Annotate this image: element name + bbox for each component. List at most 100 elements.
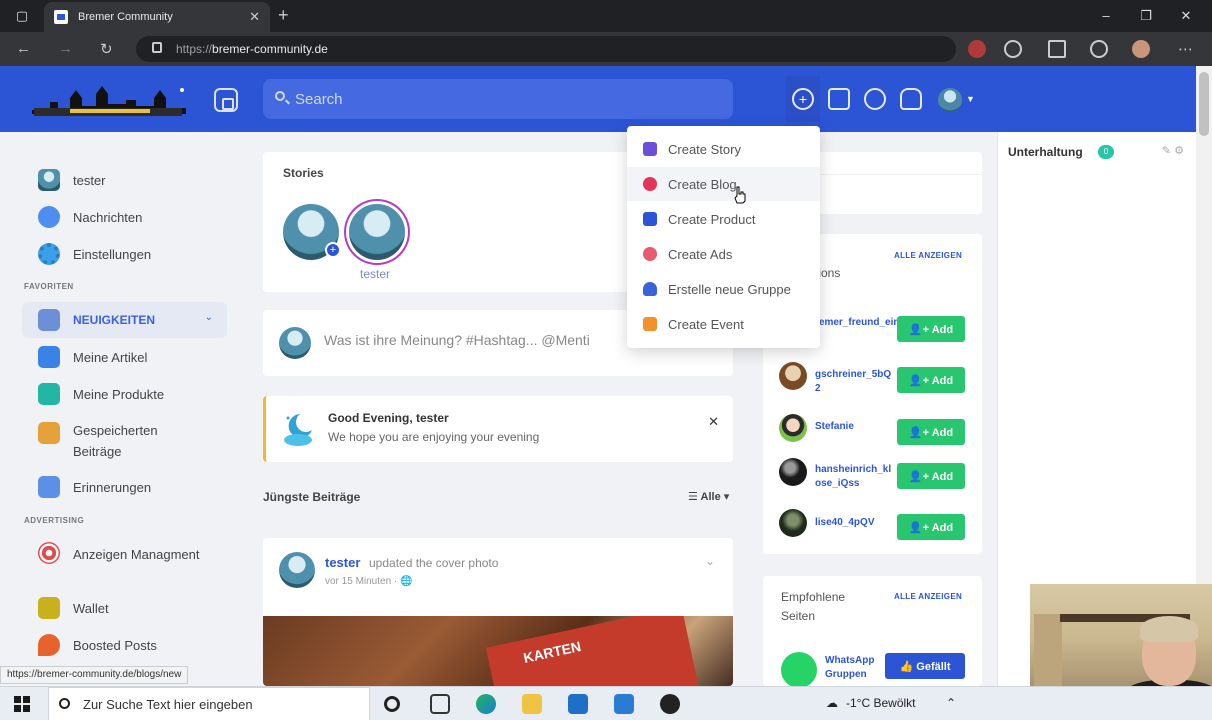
suggestion-name[interactable]: Stefanie <box>815 420 854 434</box>
minimize-icon[interactable]: – <box>1096 6 1116 26</box>
favorites-icon[interactable] <box>1048 40 1066 58</box>
suggestion-avatar[interactable] <box>779 509 807 537</box>
menu-item-create-event[interactable]: Create Event <box>627 307 820 341</box>
suggestion-name[interactable]: remer_freund_eini <box>815 316 902 330</box>
menu-item-create-story[interactable]: Create Story <box>627 132 820 166</box>
sidebar-item-boosted-posts[interactable]: Boosted Posts <box>22 627 227 663</box>
post-author[interactable]: tester <box>325 555 360 570</box>
sidebar-item-news[interactable]: NEUIGKEITEN ⌄ <box>22 302 227 338</box>
tab-actions-icon[interactable]: ▢ <box>12 6 32 26</box>
sidebar-item-profile[interactable]: tester <box>22 162 227 198</box>
suggestion-avatar[interactable] <box>779 458 807 486</box>
file-explorer-icon[interactable] <box>522 694 542 714</box>
post-image[interactable]: KARTEN <box>263 616 733 686</box>
filter-dropdown[interactable]: ☰ Alle ▾ <box>688 490 729 503</box>
sidebar-item-saved[interactable]: Gespeicherten Beiträge <box>22 420 227 464</box>
read-aloud-icon[interactable] <box>1004 40 1022 58</box>
url-field[interactable]: https://bremer-community.de <box>136 36 956 62</box>
suggestion-name[interactable]: gschreiner_5bQ2 <box>815 368 895 396</box>
restore-icon[interactable]: ❐ <box>1136 6 1156 26</box>
post-options-chevron-icon[interactable]: ⌄ <box>705 554 715 568</box>
windows-start-icon[interactable] <box>14 696 30 712</box>
user-avatar[interactable] <box>938 88 962 112</box>
menu-item-create-product[interactable]: Create Product <box>627 202 820 236</box>
close-window-icon[interactable]: ✕ <box>1176 6 1196 26</box>
suggestion-avatar[interactable] <box>779 362 807 390</box>
store-icon[interactable] <box>568 694 588 714</box>
forward-icon[interactable]: → <box>58 40 73 57</box>
see-all-link[interactable]: ALLE ANZEIGEN <box>894 251 962 260</box>
menu-item-create-group[interactable]: Erstelle neue Gruppe <box>627 272 820 306</box>
chevron-down-icon[interactable]: ⌄ <box>205 312 213 323</box>
sidebar-item-label: Wallet <box>73 601 109 616</box>
sidebar-item-messages[interactable]: Nachrichten <box>22 199 227 235</box>
create-menu-button[interactable]: + <box>786 76 820 122</box>
search-input[interactable] <box>295 79 715 119</box>
page-name[interactable]: WhatsApp Gruppen <box>825 654 885 682</box>
profile-avatar-icon <box>38 169 60 191</box>
obs-icon[interactable] <box>660 694 680 714</box>
notifications-bell-icon[interactable] <box>900 88 922 110</box>
taskbar-search[interactable]: Zur Suche Text hier eingeben <box>48 687 370 720</box>
cart-icon <box>643 212 657 226</box>
suggestion-avatar[interactable] <box>779 414 807 442</box>
latest-posts-title: Jüngste Beiträge <box>263 490 361 504</box>
reload-icon[interactable]: ↻ <box>100 40 113 58</box>
post-card: tester updated the cover photo vor 15 Mi… <box>263 538 733 686</box>
add-friend-button[interactable]: 👤+ Add <box>897 316 965 342</box>
edge-browser-icon[interactable] <box>476 694 496 714</box>
plus-circle-icon: + <box>792 88 814 110</box>
see-all-link[interactable]: ALLE ANZEIGEN <box>894 592 962 601</box>
home-icon[interactable] <box>214 88 238 112</box>
link-preview-status: https://bremer-community.de/blogs/new <box>0 666 189 684</box>
new-tab-icon[interactable]: + <box>278 5 289 26</box>
task-view-icon[interactable] <box>430 694 450 714</box>
create-story-button[interactable]: + <box>283 204 341 260</box>
suggestion-name[interactable]: lise40_4pQV <box>815 516 874 530</box>
greeting-card: Good Evening, tester We hope you are enj… <box>263 396 733 462</box>
post-author-avatar[interactable] <box>279 552 315 588</box>
story-item[interactable] <box>349 204 405 260</box>
follow-label: Gefällt <box>916 660 951 673</box>
weather-text[interactable]: -1°C Bewölkt <box>846 696 916 710</box>
messages-icon[interactable] <box>864 88 886 110</box>
sidebar-item-reminders[interactable]: Erinnerungen <box>22 469 227 505</box>
composer-placeholder[interactable]: Was ist ihre Meinung? #Hashtag... @Menti <box>324 332 590 348</box>
back-icon[interactable]: ← <box>16 40 31 57</box>
sidebar-item-products[interactable]: Meine Produkte <box>22 376 227 412</box>
sidebar-item-wallet[interactable]: Wallet <box>22 590 227 626</box>
tray-chevron-icon[interactable]: ⌃ <box>946 696 956 710</box>
close-icon[interactable]: ✕ <box>708 414 719 430</box>
sidebar-item-ads-management[interactable]: Anzeigen Managment <box>22 540 227 584</box>
chat-tools: ✎ ⚙ <box>1162 144 1184 157</box>
settings-gear-icon[interactable]: ⚙ <box>1174 145 1184 157</box>
browser-tab[interactable]: Bremer Community ✕ <box>44 2 270 32</box>
collections-icon[interactable] <box>1090 40 1108 58</box>
menu-item-create-ads[interactable]: Create Ads <box>627 237 820 271</box>
scrollbar-thumb[interactable] <box>1199 72 1209 136</box>
cortana-icon[interactable] <box>384 696 400 712</box>
compose-icon[interactable]: ✎ <box>1162 145 1171 157</box>
caret-down-icon[interactable]: ▼ <box>966 94 975 104</box>
sidebar-item-settings[interactable]: Einstellungen <box>22 236 227 272</box>
whatsapp-icon[interactable] <box>781 652 817 688</box>
site-logo[interactable] <box>30 80 188 120</box>
extension-icon[interactable] <box>968 40 986 58</box>
profile-avatar-icon[interactable] <box>1132 40 1150 58</box>
rocket-icon <box>38 634 60 656</box>
mail-icon[interactable] <box>614 694 634 714</box>
add-friend-button[interactable]: 👤+ Add <box>897 463 965 489</box>
menu-dots-icon[interactable]: ⋯ <box>1178 40 1193 58</box>
add-friend-button[interactable]: 👤+ Add <box>897 514 965 540</box>
sidebar-item-articles[interactable]: Meine Artikel <box>22 339 227 375</box>
like-page-button[interactable]: 👍 Gefällt <box>885 653 965 679</box>
suggestion-name[interactable]: hansheinrich_klose_iQss <box>815 463 895 491</box>
add-friend-button[interactable]: 👤+ Add <box>897 367 965 393</box>
friends-icon[interactable] <box>828 88 850 110</box>
menu-item-create-blog[interactable]: Create Blog <box>627 167 820 201</box>
search-box[interactable] <box>263 79 733 119</box>
add-friend-button[interactable]: 👤+ Add <box>897 419 965 445</box>
add-label: Add <box>931 426 954 439</box>
story-user-name[interactable]: tester <box>360 267 390 281</box>
close-tab-icon[interactable]: ✕ <box>249 9 260 25</box>
